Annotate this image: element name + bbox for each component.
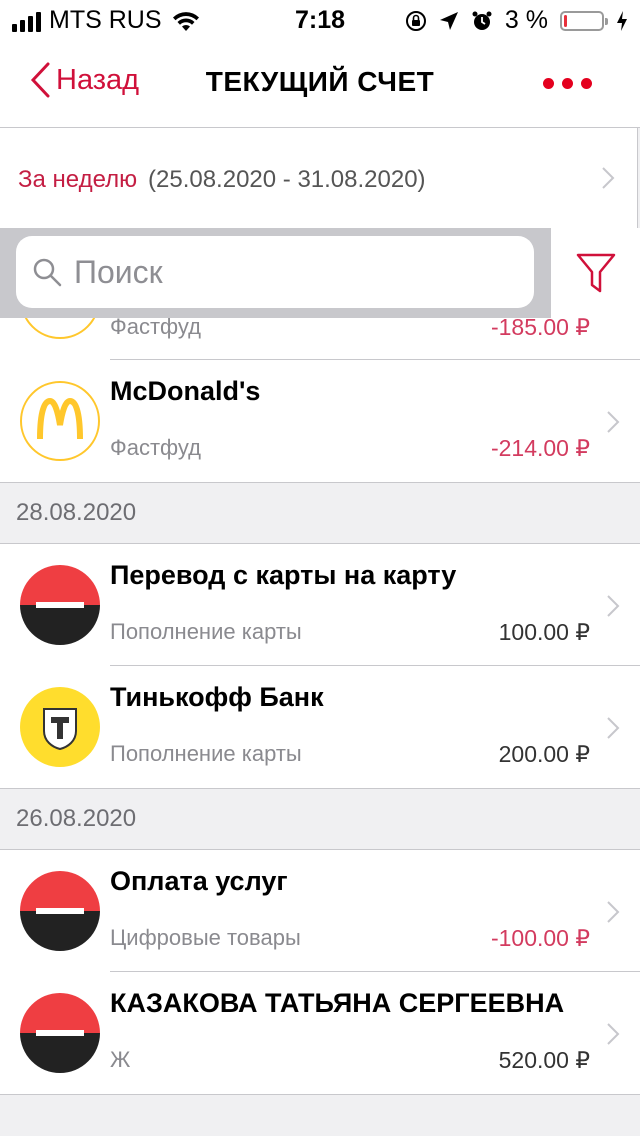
location-icon	[439, 11, 458, 30]
transaction-row[interactable]: КАЗАКОВА ТАТЬЯНА СЕРГЕЕВНА Ж 520.00 ₽	[0, 972, 640, 1094]
nav-bar: Назад ТЕКУЩИЙ СЧЕТ	[0, 40, 640, 128]
mts-bank-logo-icon	[20, 993, 100, 1073]
chevron-right-icon	[607, 1023, 620, 1045]
status-bar: MTS RUS 7:18 3 %	[0, 0, 640, 40]
alarm-icon	[472, 11, 492, 30]
dot-icon	[543, 78, 554, 89]
battery-level-fill	[564, 14, 567, 27]
orientation-lock-icon	[405, 10, 426, 31]
transaction-amount: 520.00 ₽	[498, 1047, 590, 1073]
transaction-title: Перевод с карты на карту	[110, 560, 457, 590]
tinkoff-logo-icon	[20, 687, 100, 767]
mcdonalds-logo-icon	[20, 318, 100, 339]
transaction-title: КАЗАКОВА ТАТЬЯНА СЕРГЕЕВНА	[110, 988, 565, 1018]
transaction-category: Цифровые товары	[110, 925, 301, 950]
battery-icon	[560, 10, 608, 31]
chevron-right-icon	[607, 411, 620, 433]
filter-button[interactable]	[550, 228, 640, 318]
transaction-row[interactable]: Фастфуд -185.00 ₽	[0, 318, 640, 360]
search-input[interactable]: Поиск	[16, 236, 534, 308]
chevron-right-icon	[602, 167, 615, 189]
dot-icon	[581, 78, 592, 89]
charging-icon	[617, 10, 627, 31]
transaction-category: Ж	[110, 1047, 131, 1072]
period-label: За неделю	[18, 166, 138, 193]
chevron-right-icon	[607, 717, 620, 739]
mts-bank-logo-icon	[20, 565, 100, 645]
dot-icon	[562, 78, 573, 89]
date-section-header: 26.08.2020	[0, 788, 640, 850]
transaction-category: Пополнение карты	[110, 741, 302, 766]
battery-percent: 3 %	[504, 6, 548, 34]
transaction-category: Пополнение карты	[110, 619, 302, 644]
chevron-right-icon	[607, 901, 620, 923]
transaction-row[interactable]: Тинькофф Банк Пополнение карты 200.00 ₽	[0, 666, 640, 788]
date-section-header: 28.08.2020	[0, 482, 640, 544]
filter-icon	[576, 253, 615, 293]
search-placeholder: Поиск	[74, 253, 163, 290]
chevron-right-icon	[607, 595, 620, 617]
transaction-list: Фастфуд -185.00 ₽ McDonald's Фастфуд -21…	[0, 318, 640, 1136]
transaction-category: Фастфуд	[110, 435, 201, 460]
transaction-category: Фастфуд	[110, 318, 201, 339]
transaction-title: Тинькофф Банк	[110, 682, 324, 712]
divider	[0, 1094, 640, 1095]
search-bar: Поиск	[0, 228, 640, 318]
transaction-row[interactable]: McDonald's Фастфуд -214.00 ₽	[0, 360, 640, 482]
mts-bank-logo-icon	[20, 871, 100, 951]
transaction-title: McDonald's	[110, 376, 261, 406]
mcdonalds-logo-icon	[20, 381, 100, 461]
status-right: 3 %	[405, 6, 628, 35]
transaction-amount: 200.00 ₽	[498, 741, 590, 767]
transaction-amount: -185.00 ₽	[490, 318, 590, 340]
period-range: (25.08.2020 - 31.08.2020)	[148, 166, 426, 193]
transaction-title: Оплата услуг	[110, 866, 288, 896]
transaction-row[interactable]: Оплата услуг Цифровые товары -100.00 ₽	[0, 850, 640, 972]
transaction-amount: -100.00 ₽	[490, 925, 590, 951]
more-options-button[interactable]	[543, 78, 592, 89]
transaction-row[interactable]: Перевод с карты на карту Пополнение карт…	[0, 544, 640, 666]
transaction-amount: -214.00 ₽	[490, 435, 590, 461]
search-icon	[33, 258, 62, 287]
period-selector[interactable]: За неделю (25.08.2020 - 31.08.2020)	[0, 128, 638, 228]
transaction-amount: 100.00 ₽	[498, 619, 590, 645]
